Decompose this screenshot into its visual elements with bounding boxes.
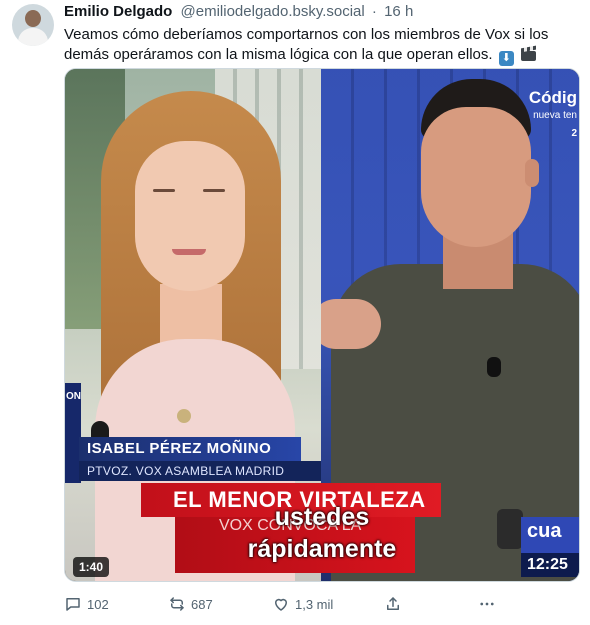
clapper-board-emoji xyxy=(520,45,536,61)
reply-count: 102 xyxy=(87,596,109,612)
share-icon xyxy=(387,597,399,610)
author-name[interactable]: Emilio Delgado xyxy=(64,3,172,20)
more-icon xyxy=(480,602,494,606)
post-body: Veamos cómo deberíamos comportarnos con … xyxy=(64,26,549,63)
role-tag: PTVOZ. VOX ASAMBLEA MADRID xyxy=(79,461,321,481)
role-tag-text: PTVOZ. VOX ASAMBLEA MADRID xyxy=(87,464,285,478)
like-count: 1,3 mil xyxy=(295,596,334,612)
repost-count: 687 xyxy=(191,596,213,612)
action-bar: 102 687 1,3 mil xyxy=(64,594,584,614)
subtitle-line-1: ustedes xyxy=(274,503,370,531)
video-player[interactable]: ON ISABEL PÉREZ MOÑINO PTVOZ. VOX ASAMBL… xyxy=(64,68,580,582)
author-handle[interactable]: @emiliodelgado.bsky.social xyxy=(181,3,365,20)
repost-button[interactable]: 687 xyxy=(168,594,213,614)
show-logo-num: 2 xyxy=(571,128,577,139)
down-arrow-emoji: ⬇ xyxy=(498,51,514,66)
heart-icon xyxy=(275,598,287,611)
name-tag-text: ISABEL PÉREZ MOÑINO xyxy=(87,440,272,457)
subtitle-line-2: rápidamente xyxy=(247,535,397,563)
more-button[interactable] xyxy=(478,594,501,614)
post-time[interactable]: 16 h xyxy=(384,3,413,20)
share-button[interactable] xyxy=(384,594,407,614)
video-duration: 1:40 xyxy=(73,557,110,577)
show-logo: Códig nueva ten 2 xyxy=(529,89,577,143)
side-label: ON xyxy=(66,391,81,402)
post-header: Emilio Delgado @emiliodelgado.bsky.socia… xyxy=(64,3,582,23)
post-text: Veamos cómo deberíamos comportarnos con … xyxy=(64,25,584,66)
separator-dot: · xyxy=(371,3,377,20)
show-logo-text: Códig xyxy=(528,88,577,107)
like-button[interactable]: 1,3 mil xyxy=(272,594,333,614)
avatar-body xyxy=(18,28,48,46)
reply-icon xyxy=(66,598,80,611)
post: Emilio Delgado @emiliodelgado.bsky.socia… xyxy=(0,0,590,625)
name-tag: ISABEL PÉREZ MOÑINO xyxy=(79,437,301,461)
avatar[interactable] xyxy=(12,4,54,46)
show-logo-sub: nueva ten xyxy=(533,110,577,121)
avatar-head xyxy=(25,10,41,27)
reply-button[interactable]: 102 xyxy=(64,594,109,614)
repost-icon xyxy=(170,597,184,611)
video-subtitles: ustedes rápidamente xyxy=(65,501,579,565)
